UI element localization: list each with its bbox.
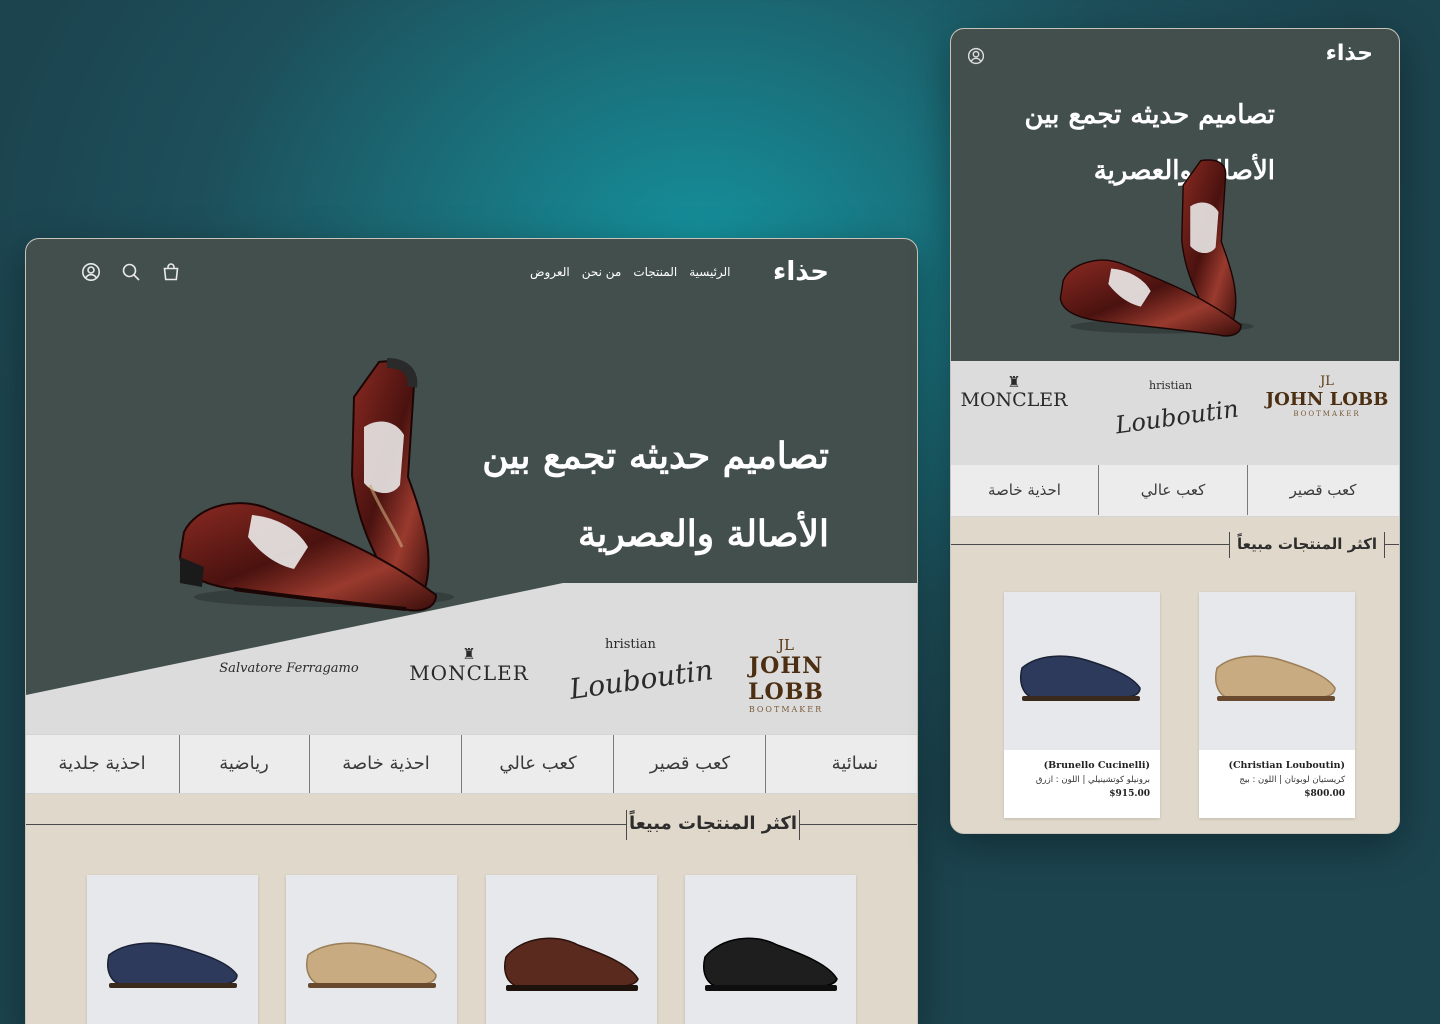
brand-louboutin[interactable]: hristian Louboutin: [561, 619, 715, 715]
mobile-mockup: حذاء تصاميم حديثه تجمع بين الأصالة والعص…: [950, 28, 1400, 834]
louboutin-small-text: hristian: [605, 637, 656, 652]
product-image: [1215, 655, 1336, 701]
mobile-product-card[interactable]: (Brunello Cucinelli) برونيلو كوتشينيلي |…: [1004, 592, 1160, 818]
user-icon[interactable]: [81, 262, 101, 286]
mobile-category-bar: كعب قصير كعب عالي احذية خاصة: [951, 465, 1399, 517]
category-sport[interactable]: رياضية: [180, 735, 308, 793]
product-brand: (Christian Louboutin): [1228, 760, 1345, 771]
category-leather[interactable]: احذية جلدية: [26, 735, 178, 793]
section-title: اكثر المنتجات مبيعاً: [626, 810, 800, 840]
category-divider: [461, 735, 462, 793]
desktop-mockup: حذاء الرئيسية المنتجات من نحن العروض تصا…: [25, 238, 918, 1024]
johnlobb-monogram: JL: [1320, 374, 1334, 389]
product-price: $915.00: [1109, 789, 1150, 799]
mobile-hero-line-1: تصاميم حديثه تجمع بين: [1024, 100, 1275, 130]
louboutin-small-text: hristian: [1149, 379, 1193, 392]
product-desc: برونيلو كوتشينيلي | اللون : ازرق: [1035, 775, 1150, 785]
category-women[interactable]: نسائية: [791, 735, 917, 793]
product-meta: (Christian Louboutin) كريستيان لوبوتان |…: [1199, 750, 1355, 818]
nav-home[interactable]: الرئيسية: [689, 265, 730, 279]
mobile-user-icon[interactable]: [967, 47, 985, 69]
mobile-section-title: اكثر المنتجات مبيعاً: [1229, 532, 1385, 558]
brand-johnlobb[interactable]: JL JOHN LOBB BOOTMAKER: [716, 637, 856, 714]
product-image: [504, 937, 639, 991]
search-icon[interactable]: [121, 262, 141, 286]
mobile-brand-johnlobb[interactable]: JL JOHN LOBB BOOTMAKER: [1263, 374, 1391, 419]
main-nav: الرئيسية المنتجات من نحن العروض: [530, 265, 731, 279]
mobile-category-high-heel[interactable]: كعب عالي: [1099, 465, 1247, 515]
product-card[interactable]: [685, 875, 856, 1024]
product-brand: (Brunello Cucinelli): [1043, 760, 1150, 771]
product-image: [306, 942, 437, 988]
category-bar: نسائية كعب قصير كعب عالي احذية خاصة رياض…: [26, 734, 917, 794]
site-logo[interactable]: حذاء: [773, 257, 829, 287]
product-image: [703, 937, 838, 991]
product-price: $800.00: [1304, 789, 1345, 799]
mobile-category-low-heel[interactable]: كعب قصير: [1249, 465, 1397, 515]
product-image: [107, 942, 238, 988]
category-divider: [179, 735, 180, 793]
johnlobb-subtitle: BOOTMAKER: [748, 705, 824, 714]
mobile-brand-band: ♜ MONCLER hristian Louboutin JL JOHN LOB…: [951, 361, 1399, 465]
johnlobb-wordmark: JOHN LOBB: [748, 653, 824, 705]
nav-offers[interactable]: العروض: [530, 265, 570, 279]
johnlobb-subtitle: BOOTMAKER: [1293, 410, 1361, 418]
category-high-heel[interactable]: كعب عالي: [464, 735, 612, 793]
mobile-brand-moncler[interactable]: ♜ MONCLER: [959, 373, 1069, 412]
category-divider: [309, 735, 310, 793]
johnlobb-wordmark: JOHN LOBB: [1265, 389, 1389, 410]
product-card[interactable]: [286, 875, 457, 1024]
louboutin-script: Louboutin: [1113, 394, 1241, 440]
brand-moncler[interactable]: ♜ MONCLER: [404, 645, 534, 686]
product-card[interactable]: [87, 875, 258, 1024]
louboutin-script: Louboutin: [567, 653, 716, 706]
moncler-emblem-icon: ♜: [462, 645, 476, 663]
product-desc: كريستيان لوبوتان | اللون : بيج: [1239, 775, 1345, 785]
category-low-heel[interactable]: كعب قصير: [616, 735, 764, 793]
nav-about[interactable]: من نحن: [582, 265, 622, 279]
category-divider: [613, 735, 614, 793]
header-icons: [81, 262, 181, 286]
mobile-category-special[interactable]: احذية خاصة: [951, 465, 1098, 515]
product-meta: (Brunello Cucinelli) برونيلو كوتشينيلي |…: [1004, 750, 1160, 818]
mobile-product-card[interactable]: (Christian Louboutin) كريستيان لوبوتان |…: [1199, 592, 1355, 818]
category-divider: [1098, 465, 1099, 515]
brand-ferragamo[interactable]: Salvatore Ferragamo: [204, 661, 374, 676]
ferragamo-wordmark: Salvatore Ferragamo: [219, 661, 359, 676]
mobile-brand-louboutin[interactable]: hristian Louboutin: [1109, 367, 1241, 457]
category-divider: [765, 735, 766, 793]
category-divider: [1247, 465, 1248, 515]
johnlobb-monogram: JL: [778, 636, 794, 654]
hero-shoes-image: [178, 358, 454, 612]
mobile-site-logo[interactable]: حذاء: [1326, 41, 1373, 66]
nav-products[interactable]: المنتجات: [633, 265, 677, 279]
category-special[interactable]: احذية خاصة: [312, 735, 460, 793]
moncler-emblem-icon: ♜: [1007, 373, 1021, 391]
product-card[interactable]: [486, 875, 657, 1024]
moncler-wordmark: MONCLER: [409, 661, 529, 685]
product-image: [1020, 655, 1141, 701]
mobile-hero-shoes-image: [1059, 159, 1254, 337]
cart-icon[interactable]: [161, 262, 181, 286]
moncler-wordmark: MONCLER: [960, 389, 1068, 411]
